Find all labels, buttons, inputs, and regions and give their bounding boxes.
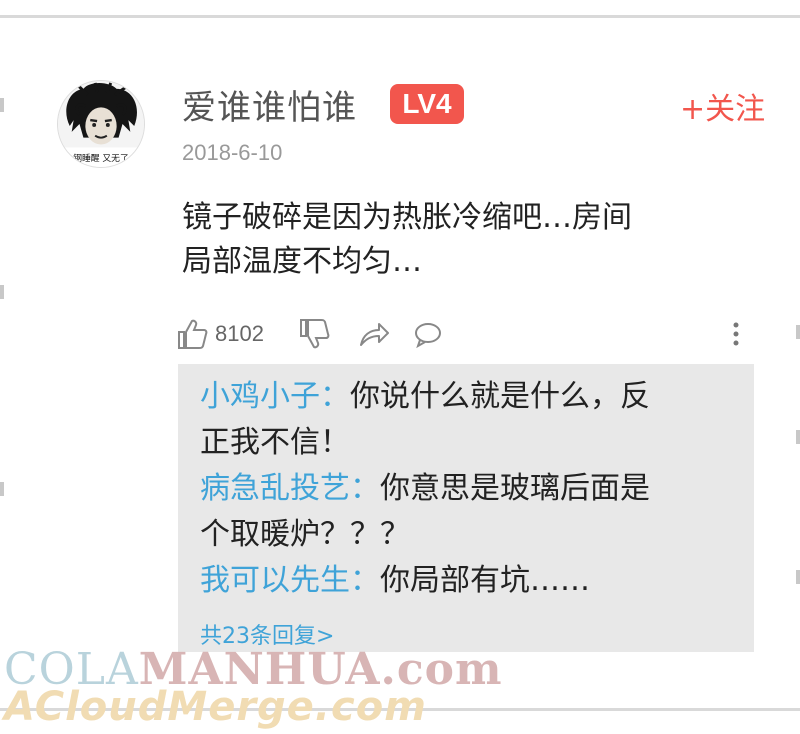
dislike-button[interactable]	[297, 316, 331, 352]
post-date: 2018-6-10	[182, 140, 283, 165]
thumbs-up-icon	[175, 317, 209, 351]
reply-text: 你意思是玻璃后面是	[380, 471, 650, 506]
avatar-caption: 钢睡醒 又无了	[73, 152, 128, 164]
reply-text-cont: 个取暖炉？？？	[200, 517, 410, 552]
avatar[interactable]: 钢睡醒 又无了	[57, 80, 145, 168]
follow-button[interactable]: +关注	[680, 84, 765, 128]
top-divider	[0, 15, 800, 18]
avatar-image: 钢睡醒 又无了	[58, 81, 144, 167]
reply-author[interactable]: 病急乱投艺：	[200, 471, 380, 506]
edge-mark	[0, 482, 4, 496]
username[interactable]: 爱谁谁怕谁	[182, 80, 357, 129]
comment-text: 镜子破碎是因为热胀冷缩吧…房间 局部温度不均匀…	[182, 196, 682, 284]
thumbs-down-icon	[297, 317, 331, 351]
watermark: ACloudMerge.com	[4, 684, 427, 730]
comment-line: 镜子破碎是因为热胀冷缩吧…房间	[182, 200, 632, 235]
reply-item[interactable]: 病急乱投艺：你意思是玻璃后面是 个取暖炉？？？	[200, 466, 732, 558]
edge-mark	[796, 325, 800, 339]
action-bar: 8102	[175, 316, 755, 356]
like-button[interactable]: 8102	[175, 316, 264, 352]
comment-line: 局部温度不均匀…	[182, 244, 422, 279]
more-button[interactable]	[730, 316, 742, 352]
reply-text: 你说什么就是什么，反	[350, 379, 650, 414]
share-icon	[357, 317, 391, 351]
level-badge: LV4	[390, 84, 464, 124]
comment-button[interactable]	[411, 316, 445, 352]
reply-text: 你局部有坑……	[380, 563, 590, 598]
like-count: 8102	[215, 321, 264, 346]
reply-box: 小鸡小子：你说什么就是什么，反 正我不信！ 病急乱投艺：你意思是玻璃后面是 个取…	[178, 364, 754, 652]
edge-mark	[0, 285, 4, 299]
comment-icon	[411, 317, 445, 351]
edge-mark	[0, 98, 4, 112]
share-button[interactable]	[357, 316, 391, 352]
edge-mark	[796, 430, 800, 444]
reply-text-cont: 正我不信！	[200, 425, 350, 460]
reply-author[interactable]: 小鸡小子：	[200, 379, 350, 414]
edge-mark	[796, 570, 800, 584]
reply-item[interactable]: 我可以先生：你局部有坑……	[200, 558, 732, 604]
reply-author[interactable]: 我可以先生：	[200, 563, 380, 598]
reply-item[interactable]: 小鸡小子：你说什么就是什么，反 正我不信！	[200, 374, 732, 466]
more-icon	[730, 317, 742, 351]
